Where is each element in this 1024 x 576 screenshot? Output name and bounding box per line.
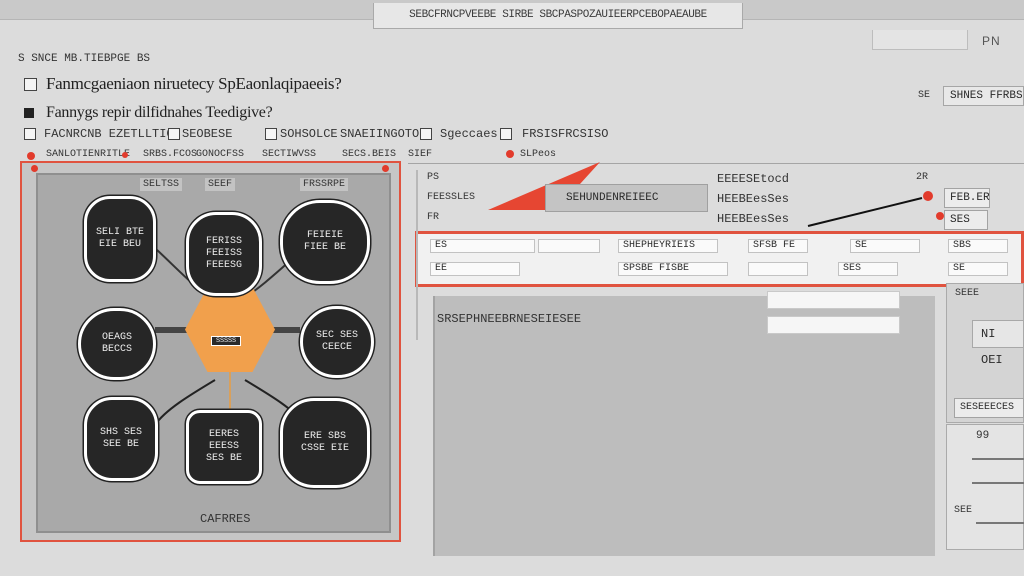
- node-label: SHS SES: [99, 427, 142, 438]
- right-header: HEEBEesSes: [717, 212, 790, 226]
- diagram-node[interactable]: EERES EEESS SES BE: [186, 410, 262, 484]
- right-panel-number: 99: [976, 430, 990, 442]
- mid-label: PS: [427, 172, 440, 183]
- node-label: EIE BEU: [98, 239, 141, 250]
- table-cell: EE: [430, 262, 520, 276]
- table-cell: ES: [430, 239, 535, 253]
- node-label: SEC SES: [315, 330, 358, 341]
- diagram-node[interactable]: ERE SBS CSSE EIE: [280, 398, 370, 488]
- slider-track[interactable]: [972, 482, 1024, 484]
- node-label: FEEESG: [205, 260, 242, 271]
- table-cell: SFSB FE: [748, 239, 808, 253]
- node-label: CSSE EIE: [300, 443, 349, 454]
- right-header: HEEBEesSes: [717, 192, 790, 206]
- diagram-node[interactable]: FERISS FEEISS FEEESG: [186, 212, 262, 296]
- diagram-caption: CAFRRES: [200, 512, 251, 526]
- node-label: BECCS: [101, 344, 132, 355]
- mid-label: FR: [427, 212, 440, 223]
- mid-label: FEESSLES: [427, 192, 476, 203]
- mid-field[interactable]: SEHUNDENREIEEC: [545, 184, 708, 212]
- node-label: SELI BTE: [95, 227, 144, 238]
- right-panel-box[interactable]: NI OEI: [972, 320, 1024, 367]
- table-cell: SE: [850, 239, 920, 253]
- table-cell: [748, 262, 808, 276]
- diagram-node[interactable]: FEIEIE FIEE BE: [280, 200, 370, 284]
- node-label: FEIEIE: [306, 230, 343, 241]
- text-field[interactable]: [767, 291, 900, 309]
- node-label: OEAGS: [101, 332, 132, 343]
- table-cell: [538, 239, 600, 253]
- diagram-node[interactable]: SHS SES SEE BE: [84, 397, 158, 481]
- table-row[interactable]: ES SHEPHEYRIEIS SFSB FE SE SBS EE SPSBE …: [415, 231, 1024, 287]
- node-label: EEESS: [208, 441, 239, 452]
- node-label: SEE BE: [102, 439, 139, 450]
- diagram-node[interactable]: SELI BTE EIE BEU: [84, 196, 156, 282]
- table-cell: SHEPHEYRIEIS: [618, 239, 718, 253]
- slider-track[interactable]: [972, 458, 1024, 460]
- node-label: CEECE: [321, 342, 352, 353]
- node-label: ERE SBS: [303, 431, 346, 442]
- table-cell: SE: [948, 262, 1008, 276]
- right-value: 2R: [916, 172, 929, 183]
- node-label: EERES: [208, 429, 239, 440]
- right-header: EEEESEtocd: [717, 172, 790, 186]
- right-side-panel-lower: [946, 424, 1024, 550]
- table-cell: SBS: [948, 239, 1008, 253]
- right-field[interactable]: FEB.ER: [944, 188, 990, 208]
- central-hub-label: SSSSS: [211, 336, 241, 346]
- diagram-node[interactable]: OEAGS BECCS: [78, 308, 156, 380]
- node-label: SES BE: [205, 453, 242, 464]
- scrollbar[interactable]: [416, 170, 418, 340]
- slider-track[interactable]: [976, 522, 1024, 524]
- table-cell: SES: [838, 262, 898, 276]
- node-label: FIEE BE: [303, 242, 346, 253]
- text-field[interactable]: [767, 316, 900, 334]
- slider-label: SEE: [954, 505, 973, 516]
- center-panel: [433, 296, 935, 556]
- right-panel-section[interactable]: SESEEECES: [954, 398, 1024, 418]
- diagram-node[interactable]: SEC SES CEECE: [300, 306, 374, 378]
- right-field[interactable]: SES EE: [944, 210, 988, 244]
- node-label: FEEISS: [205, 248, 242, 259]
- center-panel-label: SRSEPHNEEBRNESEIESEE: [437, 312, 582, 326]
- node-label: FERISS: [205, 236, 242, 247]
- table-cell: SPSBE FISBE: [618, 262, 728, 276]
- right-panel-label: SEEE: [955, 288, 980, 299]
